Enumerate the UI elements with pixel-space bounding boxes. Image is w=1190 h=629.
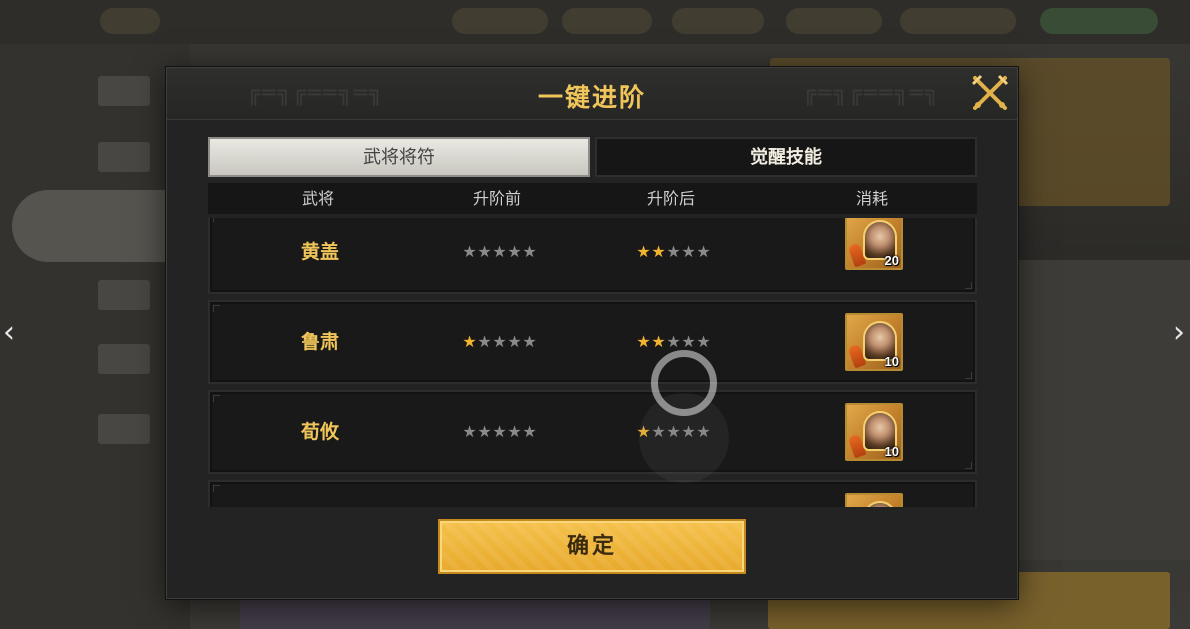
background-blur-block [900,8,1016,34]
list-item: 黄盖 ★ ★ ★ ★ ★ ★ ★ ★ ★ ★ 20 [208,218,977,294]
star-empty-icon: ★ [522,242,536,261]
general-portrait-icon [863,501,897,507]
star-empty-icon: ★ [651,422,665,441]
star-empty-icon: ★ [477,332,491,351]
background-blur-block [672,8,764,34]
general-name [270,482,370,507]
confirm-button-label: 确定 [566,533,617,559]
star-empty-icon: ★ [522,332,536,351]
star-filled-icon: ★ [636,242,650,261]
star-filled-icon: ★ [636,332,650,351]
star-empty-icon: ★ [666,422,680,441]
list-item: 荀攸 ★ ★ ★ ★ ★ ★ ★ ★ ★ ★ 10 [208,390,977,474]
background-blur-block [12,190,182,262]
chevron-right-icon[interactable]: › [1170,318,1188,348]
token-count: 10 [884,444,899,459]
star-filled-icon: ★ [636,422,650,441]
background-blur-block [98,142,150,172]
token-item-icon[interactable]: 10 [845,313,903,371]
token-count: 10 [884,354,899,369]
star-empty-icon: ★ [477,242,491,261]
star-empty-icon: ★ [696,242,710,261]
list-item: 鲁肃 ★ ★ ★ ★ ★ ★ ★ ★ ★ ★ 10 [208,300,977,384]
tab-general-tokens[interactable]: 武将将符 [208,137,590,177]
star-empty-icon: ★ [507,422,521,441]
background-blur-block [98,414,150,444]
star-empty-icon: ★ [462,242,476,261]
star-empty-icon: ★ [477,422,491,441]
token-count: 20 [884,253,899,268]
star-empty-icon: ★ [507,332,521,351]
background-blur-block [98,344,150,374]
background-blur-block [452,8,548,34]
confirm-button[interactable]: 确定 [438,519,746,574]
background-blur-block [1010,260,1190,560]
general-name: 鲁肃 [300,331,339,353]
stars-after: ★ ★ ★ ★ ★ [618,218,728,292]
star-empty-icon: ★ [507,242,521,261]
star-filled-icon: ★ [651,242,665,261]
column-after: 升阶后 [646,189,695,208]
background-blur-block [98,280,150,310]
close-swords-icon[interactable] [969,72,1011,114]
star-empty-icon: ★ [522,422,536,441]
general-name: 黄盖 [300,241,339,263]
star-empty-icon: ★ [492,332,506,351]
star-empty-icon: ★ [666,242,680,261]
token-item-icon[interactable] [845,493,903,507]
star-filled-icon: ★ [651,332,665,351]
background-blur-block [1040,8,1158,34]
stars-after: ★ ★ ★ ★ ★ [618,302,728,382]
star-empty-icon: ★ [462,422,476,441]
list-item [208,480,977,507]
star-empty-icon: ★ [696,422,710,441]
column-header: 武将 升阶前 升阶后 消耗 [208,183,977,214]
background-blur-block [98,76,150,106]
background-resource-bar [0,0,1190,44]
background-blur-block [100,8,160,34]
star-empty-icon: ★ [681,332,695,351]
token-item-icon[interactable]: 20 [845,218,903,270]
column-general: 武将 [301,189,334,208]
stars-before: ★ ★ ★ ★ ★ [444,392,554,472]
star-empty-icon: ★ [681,242,695,261]
stars-before: ★ ★ ★ ★ ★ [444,218,554,292]
star-empty-icon: ★ [492,242,506,261]
dialog-header: ╔═╗╔══╗═╗ ╔═╗╔══╗═╗ 一键进阶 [167,68,1017,120]
stars-after: ★ ★ ★ ★ ★ [618,392,728,472]
star-empty-icon: ★ [666,332,680,351]
dialog-title: 一键进阶 [537,83,646,112]
column-cost: 消耗 [855,189,888,208]
advance-list[interactable]: 黄盖 ★ ★ ★ ★ ★ ★ ★ ★ ★ ★ 20 鲁肃 ★ ★ ★ ★ ★ ★ ★ ★ ★ ★ 10 荀攸 ★… [208,218,977,507]
star-empty-icon: ★ [681,422,695,441]
background-blur-block [562,8,652,34]
chevron-left-icon[interactable]: ‹ [0,318,18,348]
advance-dialog: ╔═╗╔══╗═╗ ╔═╗╔══╗═╗ 一键进阶 武将将符 觉醒技能 武将 升阶… [166,67,1018,599]
background-blur-block [786,8,882,34]
star-empty-icon: ★ [696,332,710,351]
column-before: 升阶前 [472,189,521,208]
star-filled-icon: ★ [462,332,476,351]
token-item-icon[interactable]: 10 [845,403,903,461]
stars-before: ★ ★ ★ ★ ★ [444,302,554,382]
general-name: 荀攸 [300,421,339,443]
background-sidebar [0,44,190,629]
tab-awakening-skills[interactable]: 觉醒技能 [595,137,977,177]
star-empty-icon: ★ [492,422,506,441]
